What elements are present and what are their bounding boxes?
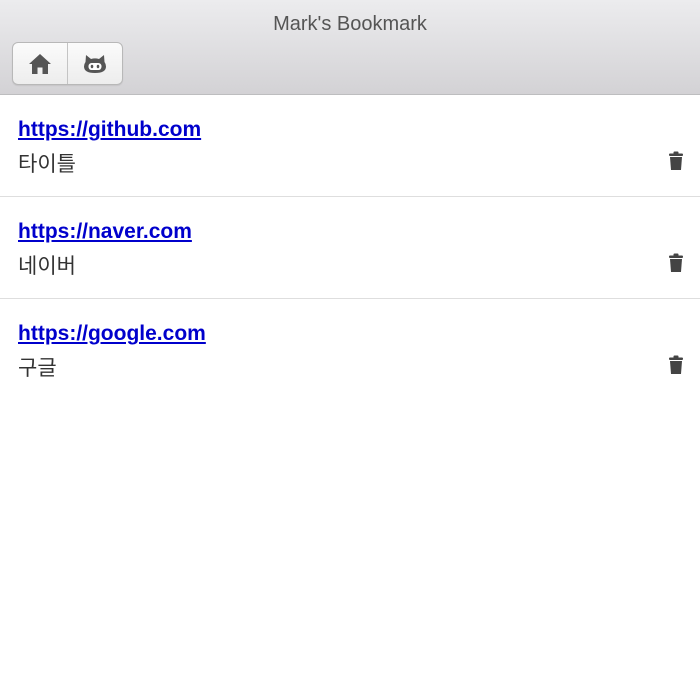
bookmark-link[interactable]: https://google.com (18, 322, 206, 346)
bookmark-list: https://github.com 타이틀 https://naver.com… (0, 95, 700, 401)
bookmark-link[interactable]: https://naver.com (18, 220, 192, 244)
bookmark-title: 네이버 (18, 255, 76, 278)
bookmark-link[interactable]: https://github.com (18, 118, 201, 142)
header-button-group (12, 42, 123, 85)
bookmark-title: 타이틀 (18, 153, 76, 176)
github-icon (84, 54, 106, 73)
bookmark-item: https://google.com 구글 (0, 299, 700, 401)
bookmark-item: https://github.com 타이틀 (0, 95, 700, 197)
trash-icon[interactable] (667, 355, 685, 375)
bookmark-item: https://naver.com 네이버 (0, 197, 700, 299)
app-header: Mark's Bookmark (0, 0, 700, 95)
github-button[interactable] (67, 43, 122, 84)
trash-icon[interactable] (667, 253, 685, 273)
home-button[interactable] (13, 43, 67, 84)
home-icon (29, 53, 51, 74)
page-title: Mark's Bookmark (273, 13, 427, 35)
trash-icon[interactable] (667, 151, 685, 171)
bookmark-title: 구글 (18, 357, 57, 380)
